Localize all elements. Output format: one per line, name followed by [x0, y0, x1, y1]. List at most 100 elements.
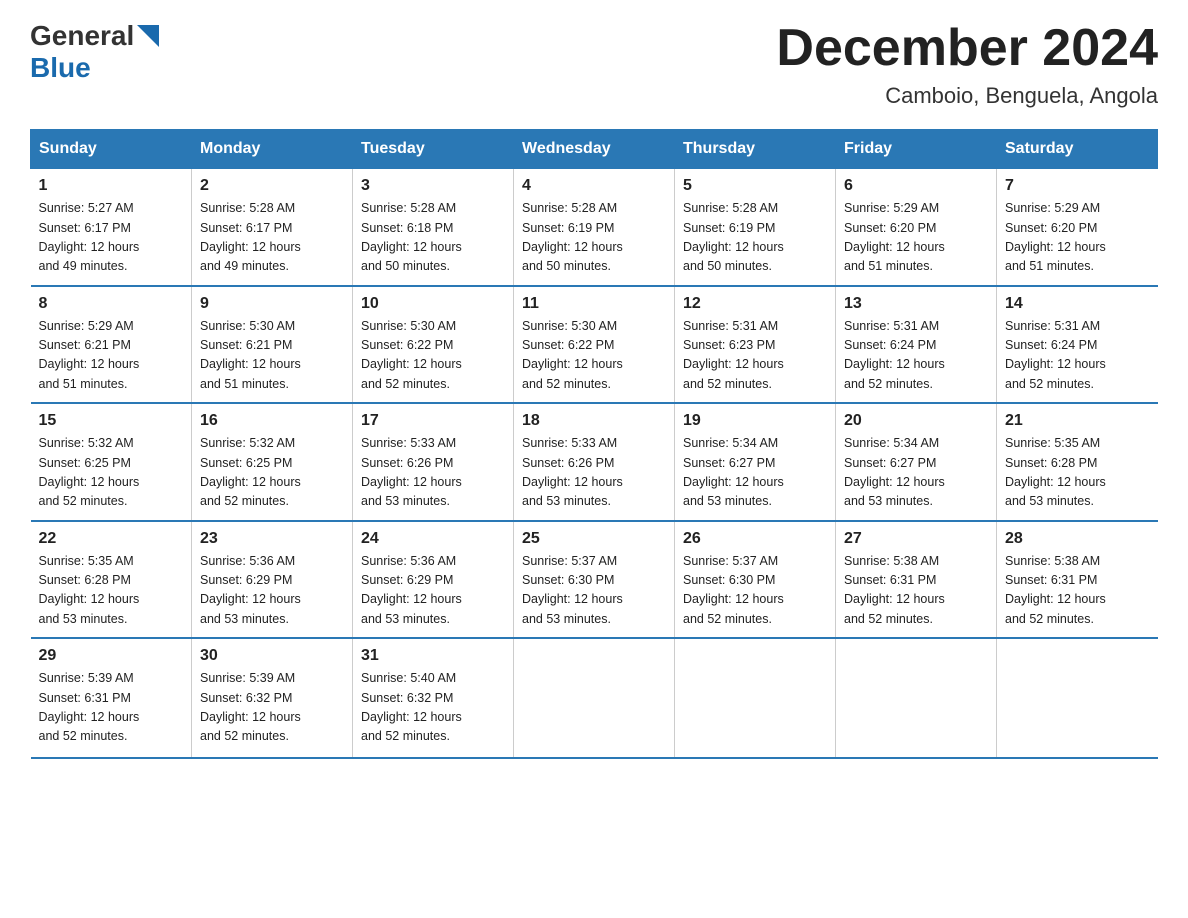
calendar-cell: 2 Sunrise: 5:28 AMSunset: 6:17 PMDayligh…: [192, 169, 353, 286]
calendar-cell: 17 Sunrise: 5:33 AMSunset: 6:26 PMDaylig…: [353, 403, 514, 521]
day-info: Sunrise: 5:37 AMSunset: 6:30 PMDaylight:…: [683, 554, 784, 626]
day-number: 25: [522, 530, 666, 548]
day-number: 2: [200, 177, 344, 195]
day-number: 13: [844, 295, 988, 313]
calendar-cell: 3 Sunrise: 5:28 AMSunset: 6:18 PMDayligh…: [353, 169, 514, 286]
day-info: Sunrise: 5:28 AMSunset: 6:18 PMDaylight:…: [361, 201, 462, 273]
page-title: December 2024: [776, 20, 1158, 77]
day-number: 3: [361, 177, 505, 195]
header-sunday: Sunday: [31, 130, 192, 169]
day-number: 4: [522, 177, 666, 195]
location-subtitle: Camboio, Benguela, Angola: [776, 83, 1158, 109]
calendar-table: SundayMondayTuesdayWednesdayThursdayFrid…: [30, 129, 1158, 759]
header-thursday: Thursday: [675, 130, 836, 169]
week-row-3: 15 Sunrise: 5:32 AMSunset: 6:25 PMDaylig…: [31, 403, 1158, 521]
day-info: Sunrise: 5:35 AMSunset: 6:28 PMDaylight:…: [39, 554, 140, 626]
calendar-cell: 8 Sunrise: 5:29 AMSunset: 6:21 PMDayligh…: [31, 286, 192, 404]
day-info: Sunrise: 5:28 AMSunset: 6:19 PMDaylight:…: [683, 201, 784, 273]
day-number: 31: [361, 647, 505, 665]
calendar-cell: 16 Sunrise: 5:32 AMSunset: 6:25 PMDaylig…: [192, 403, 353, 521]
day-number: 19: [683, 412, 827, 430]
header-saturday: Saturday: [997, 130, 1158, 169]
calendar-cell: [836, 638, 997, 758]
day-info: Sunrise: 5:38 AMSunset: 6:31 PMDaylight:…: [844, 554, 945, 626]
calendar-cell: 25 Sunrise: 5:37 AMSunset: 6:30 PMDaylig…: [514, 521, 675, 639]
week-row-1: 1 Sunrise: 5:27 AMSunset: 6:17 PMDayligh…: [31, 169, 1158, 286]
day-info: Sunrise: 5:31 AMSunset: 6:23 PMDaylight:…: [683, 319, 784, 391]
day-number: 9: [200, 295, 344, 313]
day-info: Sunrise: 5:34 AMSunset: 6:27 PMDaylight:…: [683, 436, 784, 508]
day-number: 22: [39, 530, 184, 548]
day-number: 11: [522, 295, 666, 313]
day-info: Sunrise: 5:30 AMSunset: 6:21 PMDaylight:…: [200, 319, 301, 391]
day-info: Sunrise: 5:40 AMSunset: 6:32 PMDaylight:…: [361, 671, 462, 743]
calendar-cell: 21 Sunrise: 5:35 AMSunset: 6:28 PMDaylig…: [997, 403, 1158, 521]
day-info: Sunrise: 5:36 AMSunset: 6:29 PMDaylight:…: [200, 554, 301, 626]
calendar-cell: 22 Sunrise: 5:35 AMSunset: 6:28 PMDaylig…: [31, 521, 192, 639]
title-area: December 2024 Camboio, Benguela, Angola: [776, 20, 1158, 109]
week-row-2: 8 Sunrise: 5:29 AMSunset: 6:21 PMDayligh…: [31, 286, 1158, 404]
calendar-cell: 27 Sunrise: 5:38 AMSunset: 6:31 PMDaylig…: [836, 521, 997, 639]
day-number: 16: [200, 412, 344, 430]
calendar-cell: 4 Sunrise: 5:28 AMSunset: 6:19 PMDayligh…: [514, 169, 675, 286]
day-info: Sunrise: 5:30 AMSunset: 6:22 PMDaylight:…: [361, 319, 462, 391]
calendar-cell: 18 Sunrise: 5:33 AMSunset: 6:26 PMDaylig…: [514, 403, 675, 521]
day-info: Sunrise: 5:33 AMSunset: 6:26 PMDaylight:…: [522, 436, 623, 508]
calendar-cell: [997, 638, 1158, 758]
day-number: 6: [844, 177, 988, 195]
day-info: Sunrise: 5:28 AMSunset: 6:19 PMDaylight:…: [522, 201, 623, 273]
calendar-cell: 9 Sunrise: 5:30 AMSunset: 6:21 PMDayligh…: [192, 286, 353, 404]
calendar-cell: 12 Sunrise: 5:31 AMSunset: 6:23 PMDaylig…: [675, 286, 836, 404]
header-wednesday: Wednesday: [514, 130, 675, 169]
day-number: 18: [522, 412, 666, 430]
day-info: Sunrise: 5:31 AMSunset: 6:24 PMDaylight:…: [844, 319, 945, 391]
day-info: Sunrise: 5:36 AMSunset: 6:29 PMDaylight:…: [361, 554, 462, 626]
day-info: Sunrise: 5:39 AMSunset: 6:32 PMDaylight:…: [200, 671, 301, 743]
header-monday: Monday: [192, 130, 353, 169]
day-info: Sunrise: 5:39 AMSunset: 6:31 PMDaylight:…: [39, 671, 140, 743]
day-number: 1: [39, 177, 184, 195]
day-info: Sunrise: 5:32 AMSunset: 6:25 PMDaylight:…: [39, 436, 140, 508]
calendar-cell: 15 Sunrise: 5:32 AMSunset: 6:25 PMDaylig…: [31, 403, 192, 521]
calendar-cell: [514, 638, 675, 758]
day-number: 14: [1005, 295, 1150, 313]
day-number: 28: [1005, 530, 1150, 548]
day-number: 23: [200, 530, 344, 548]
calendar-cell: 31 Sunrise: 5:40 AMSunset: 6:32 PMDaylig…: [353, 638, 514, 758]
logo-general-text: General: [30, 20, 134, 52]
day-info: Sunrise: 5:29 AMSunset: 6:20 PMDaylight:…: [844, 201, 945, 273]
calendar-cell: 7 Sunrise: 5:29 AMSunset: 6:20 PMDayligh…: [997, 169, 1158, 286]
header-tuesday: Tuesday: [353, 130, 514, 169]
logo-blue-text: Blue: [30, 52, 91, 84]
day-info: Sunrise: 5:33 AMSunset: 6:26 PMDaylight:…: [361, 436, 462, 508]
day-info: Sunrise: 5:37 AMSunset: 6:30 PMDaylight:…: [522, 554, 623, 626]
logo: General Blue: [30, 20, 159, 84]
day-info: Sunrise: 5:30 AMSunset: 6:22 PMDaylight:…: [522, 319, 623, 391]
calendar-cell: 11 Sunrise: 5:30 AMSunset: 6:22 PMDaylig…: [514, 286, 675, 404]
day-number: 20: [844, 412, 988, 430]
day-number: 7: [1005, 177, 1150, 195]
day-number: 24: [361, 530, 505, 548]
day-info: Sunrise: 5:34 AMSunset: 6:27 PMDaylight:…: [844, 436, 945, 508]
day-number: 12: [683, 295, 827, 313]
day-info: Sunrise: 5:35 AMSunset: 6:28 PMDaylight:…: [1005, 436, 1106, 508]
calendar-cell: 1 Sunrise: 5:27 AMSunset: 6:17 PMDayligh…: [31, 169, 192, 286]
calendar-cell: 20 Sunrise: 5:34 AMSunset: 6:27 PMDaylig…: [836, 403, 997, 521]
calendar-cell: 24 Sunrise: 5:36 AMSunset: 6:29 PMDaylig…: [353, 521, 514, 639]
calendar-cell: 23 Sunrise: 5:36 AMSunset: 6:29 PMDaylig…: [192, 521, 353, 639]
calendar-cell: 26 Sunrise: 5:37 AMSunset: 6:30 PMDaylig…: [675, 521, 836, 639]
calendar-cell: 6 Sunrise: 5:29 AMSunset: 6:20 PMDayligh…: [836, 169, 997, 286]
day-info: Sunrise: 5:29 AMSunset: 6:20 PMDaylight:…: [1005, 201, 1106, 273]
day-info: Sunrise: 5:38 AMSunset: 6:31 PMDaylight:…: [1005, 554, 1106, 626]
calendar-cell: 19 Sunrise: 5:34 AMSunset: 6:27 PMDaylig…: [675, 403, 836, 521]
week-row-5: 29 Sunrise: 5:39 AMSunset: 6:31 PMDaylig…: [31, 638, 1158, 758]
day-info: Sunrise: 5:27 AMSunset: 6:17 PMDaylight:…: [39, 201, 140, 273]
calendar-cell: 5 Sunrise: 5:28 AMSunset: 6:19 PMDayligh…: [675, 169, 836, 286]
day-number: 5: [683, 177, 827, 195]
day-number: 17: [361, 412, 505, 430]
calendar-header-row: SundayMondayTuesdayWednesdayThursdayFrid…: [31, 130, 1158, 169]
day-info: Sunrise: 5:32 AMSunset: 6:25 PMDaylight:…: [200, 436, 301, 508]
day-number: 21: [1005, 412, 1150, 430]
calendar-cell: 28 Sunrise: 5:38 AMSunset: 6:31 PMDaylig…: [997, 521, 1158, 639]
calendar-cell: 13 Sunrise: 5:31 AMSunset: 6:24 PMDaylig…: [836, 286, 997, 404]
